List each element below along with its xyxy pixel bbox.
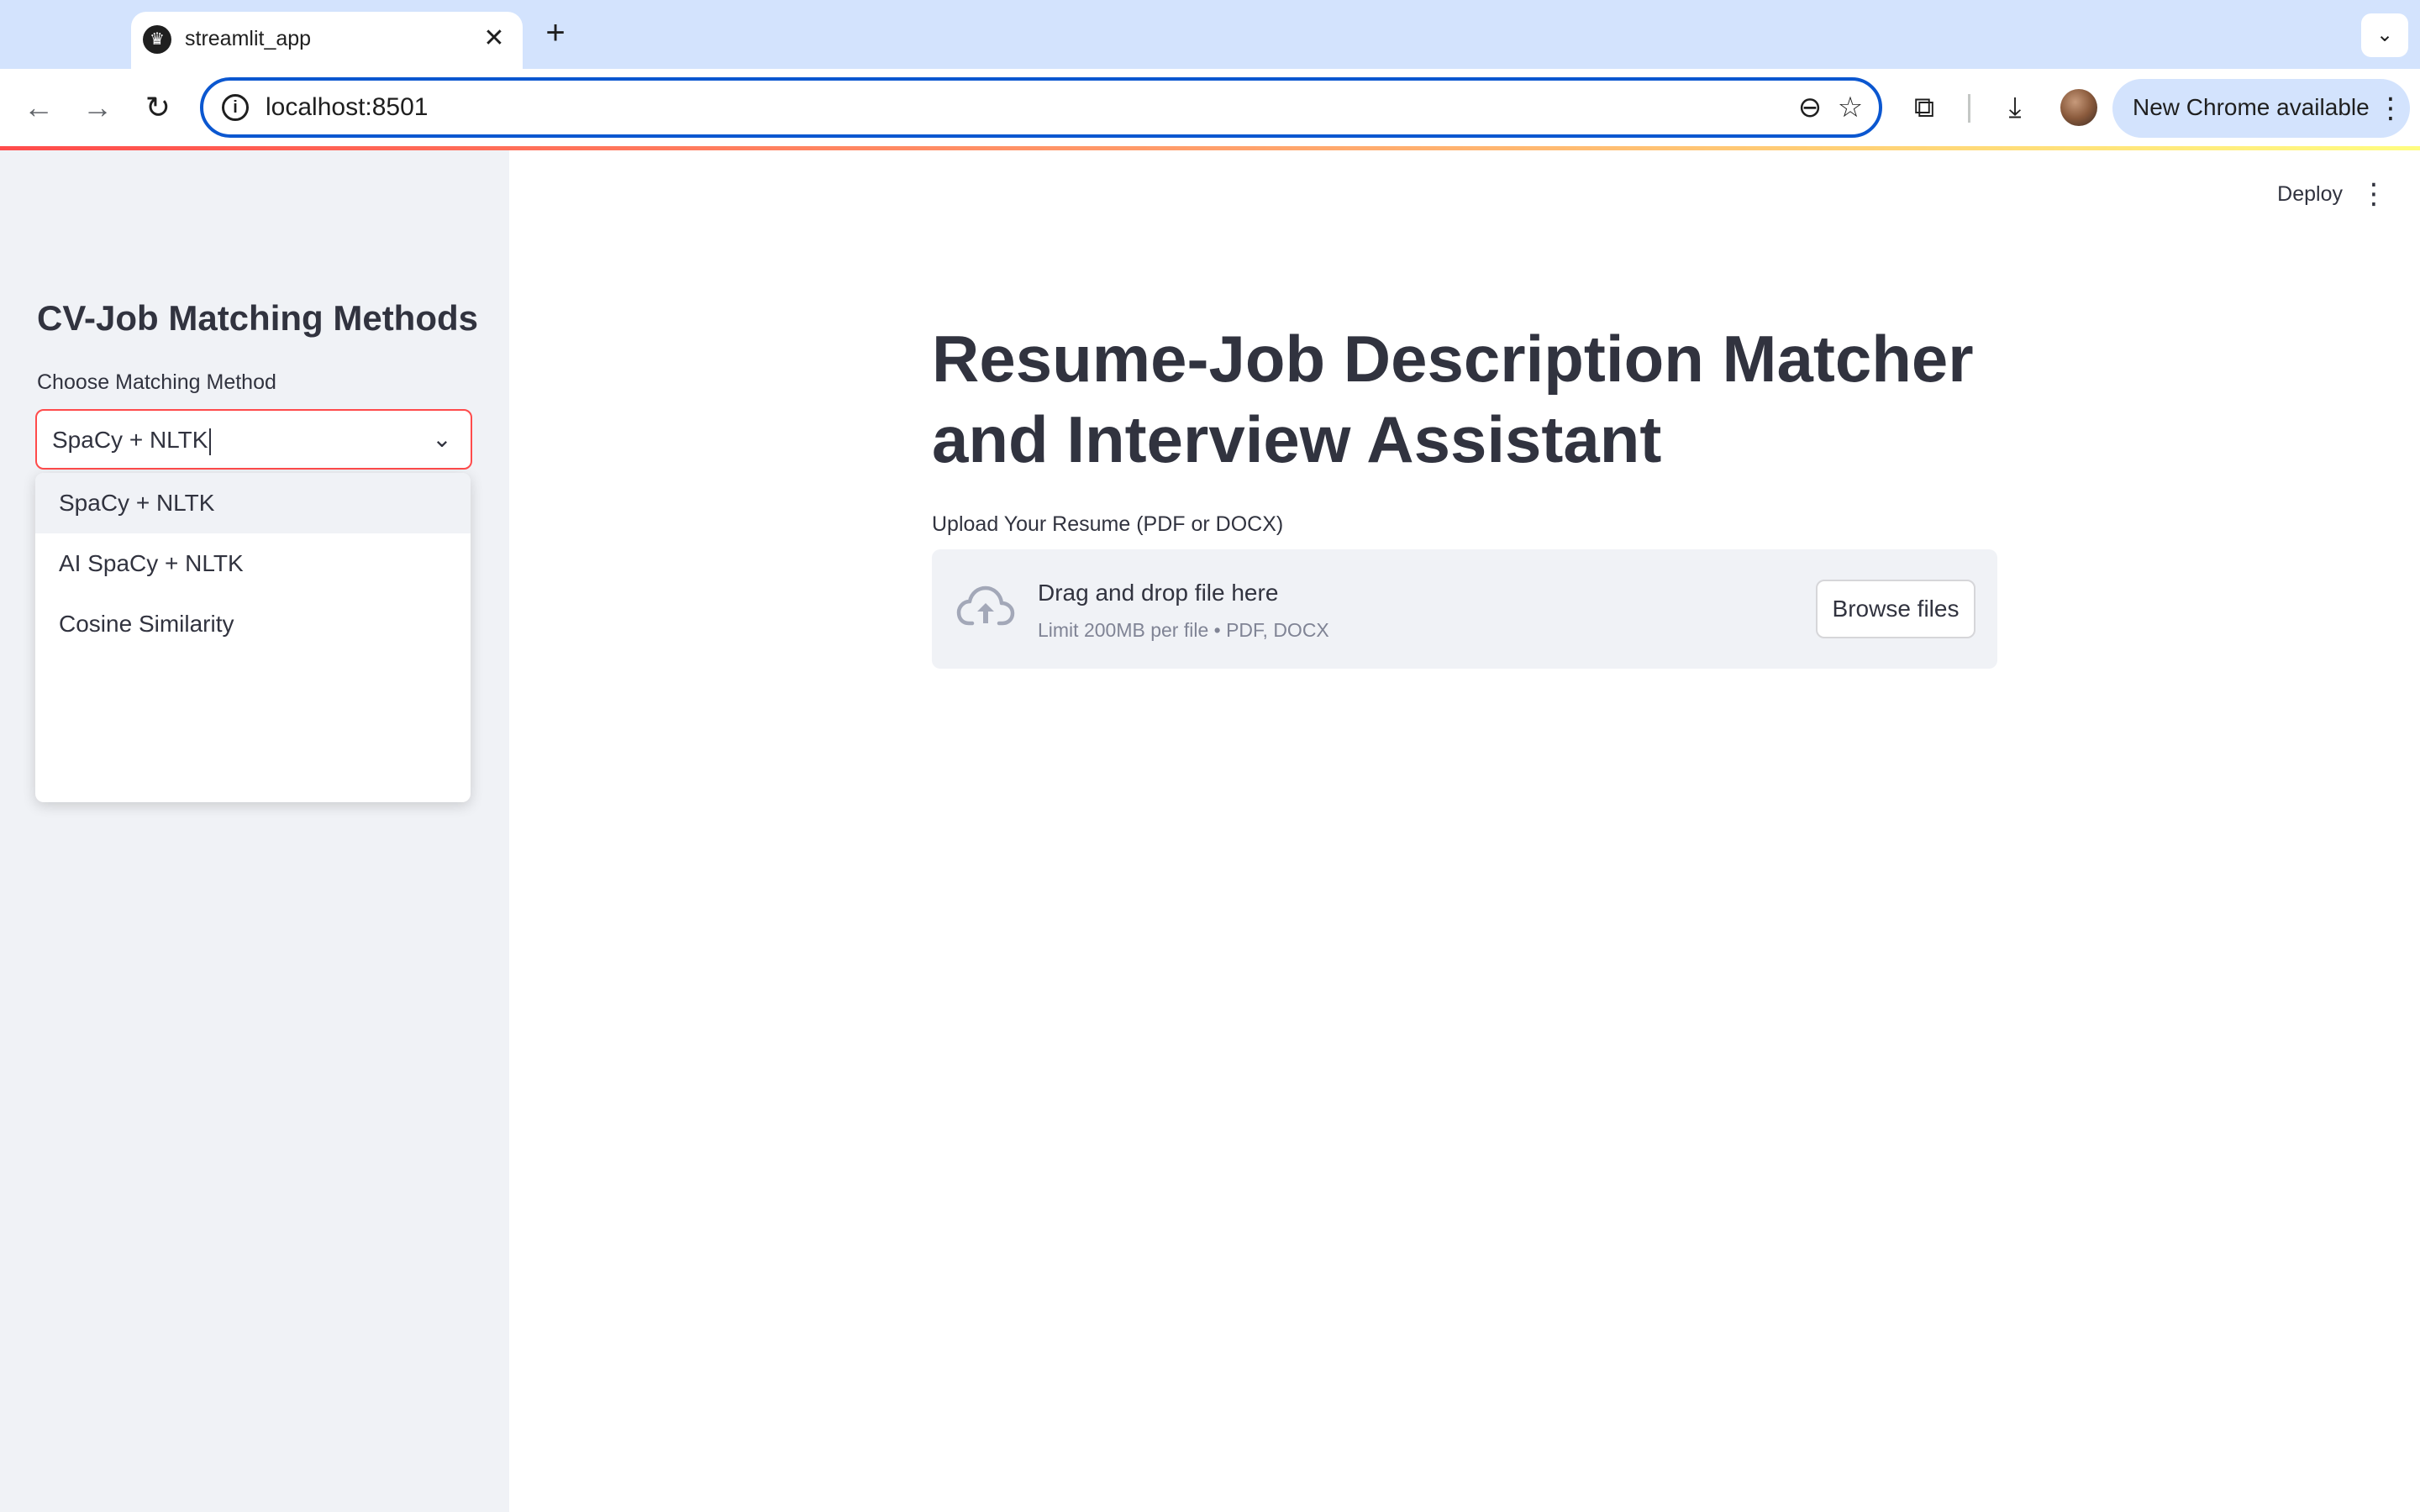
sidebar: CV-Job Matching Methods Choose Matching … — [0, 150, 509, 1512]
matching-method-label: Choose Matching Method — [37, 370, 276, 394]
uploader-heading: Drag and drop file here — [1038, 580, 1279, 606]
screen: ♛ streamlit_app ✕ + ⌄ ← → ↻ i localhost:… — [0, 0, 2420, 1512]
matching-method-dropdown: SpaCy + NLTK AI SpaCy + NLTK Cosine Simi… — [35, 473, 471, 802]
main-content: Deploy ⋮ Resume-Job Description Matcher … — [509, 150, 2420, 1512]
chevron-down-icon[interactable]: ⌄ — [2361, 13, 2408, 57]
deploy-button[interactable]: Deploy — [2277, 182, 2343, 207]
reload-icon[interactable]: ↻ — [136, 86, 180, 129]
star-icon[interactable]: ☆ — [1832, 89, 1869, 126]
new-chrome-available-button[interactable]: New Chrome available ⋮ — [2112, 79, 2410, 138]
arrow-left-icon[interactable]: ← — [17, 86, 60, 129]
url-text[interactable]: localhost:8501 — [266, 93, 428, 122]
plus-icon[interactable]: + — [538, 15, 573, 50]
kebab-menu-icon[interactable]: ⋮ — [2376, 89, 2405, 128]
dropdown-option-ai-spacy-nltk[interactable]: AI SpaCy + NLTK — [35, 533, 471, 594]
select-input[interactable]: SpaCy + NLTK — [52, 427, 212, 455]
uploader-label: Upload Your Resume (PDF or DOCX) — [932, 512, 1284, 536]
arrow-right-icon[interactable]: → — [76, 86, 119, 129]
chevron-down-icon[interactable]: ⌄ — [429, 426, 455, 453]
puzzle-icon[interactable]: ⧉ — [1902, 86, 1946, 129]
browse-files-button[interactable]: Browse files — [1816, 580, 1975, 638]
update-chip-label: New Chrome available — [2133, 94, 2370, 120]
cloud-upload-icon — [956, 585, 1015, 626]
streamlit-crown-icon: ♛ — [143, 25, 171, 54]
download-icon[interactable]: ⤓ — [1993, 86, 2037, 129]
close-icon[interactable]: ✕ — [477, 22, 511, 55]
browser-tab-active[interactable]: ♛ streamlit_app ✕ — [131, 12, 523, 69]
sidebar-title: CV-Job Matching Methods — [37, 298, 478, 338]
toolbar-divider — [1968, 94, 1970, 123]
browser-tabstrip: ♛ streamlit_app ✕ + ⌄ — [0, 0, 2420, 69]
file-uploader-dropzone[interactable]: Drag and drop file here Limit 200MB per … — [932, 549, 1997, 669]
page-title: Resume-Job Description Matcher and Inter… — [932, 322, 1974, 476]
dropdown-option-spacy-nltk[interactable]: SpaCy + NLTK — [35, 473, 471, 533]
zoom-out-icon[interactable]: ⊖ — [1791, 89, 1828, 126]
matching-method-select[interactable]: SpaCy + NLTK ⌄ — [35, 409, 472, 470]
text-caret — [209, 428, 212, 455]
tab-title: streamlit_app — [185, 27, 312, 50]
kebab-menu-icon[interactable]: ⋮ — [2360, 177, 2388, 211]
info-icon[interactable]: i — [222, 94, 249, 121]
browser-toolbar: ← → ↻ i localhost:8501 ⊖ ☆ ⧉ ⤓ New Chrom… — [0, 69, 2420, 148]
dropdown-option-cosine-similarity[interactable]: Cosine Similarity — [35, 594, 471, 654]
profile-avatar[interactable] — [2060, 89, 2097, 126]
uploader-limit-text: Limit 200MB per file • PDF, DOCX — [1038, 619, 1329, 641]
select-value-text: SpaCy + NLTK — [52, 427, 208, 453]
address-bar[interactable]: i localhost:8501 ⊖ ☆ — [200, 77, 1882, 138]
